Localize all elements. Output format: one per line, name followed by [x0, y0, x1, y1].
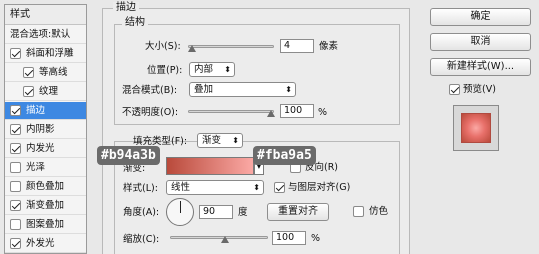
reset-alignment-button[interactable]: 重置对齐 [267, 203, 329, 221]
style-item[interactable]: 纹理 [5, 83, 86, 101]
angle-dial[interactable] [166, 198, 194, 226]
style-item-checkbox[interactable] [10, 143, 21, 154]
chevron-updown-icon: ⬍ [253, 183, 260, 192]
size-slider-thumb[interactable] [188, 45, 196, 52]
style-item-checkbox[interactable] [10, 124, 21, 135]
scale-label: 缩放(C): [123, 234, 160, 245]
style-item-label: 等高线 [39, 67, 68, 78]
scale-slider-thumb[interactable] [221, 236, 229, 243]
scale-input[interactable]: 100 [272, 231, 306, 245]
style-item[interactable]: 等高线 [5, 64, 86, 82]
ok-button[interactable]: 确定 [430, 8, 531, 26]
size-input[interactable]: 4 [280, 39, 314, 53]
structure-title: 结构 [122, 17, 148, 29]
style-item-label: 描边 [26, 105, 46, 116]
style-item-checkbox[interactable] [10, 219, 21, 230]
style-label: 样式(L): [123, 183, 158, 194]
styles-sidebar: 样式 混合选项:默认 斜面和浮雕等高线纹理描边内阴影内发光光泽颜色叠加渐变叠加图… [4, 4, 87, 254]
gradient-preview[interactable] [166, 157, 254, 175]
style-preview-thumbnail [453, 105, 499, 151]
style-item-label: 外发光 [26, 238, 55, 249]
style-item[interactable]: 颜色叠加 [5, 178, 86, 196]
style-item-label: 渐变叠加 [26, 200, 65, 211]
scale-slider[interactable] [170, 236, 268, 239]
gradient-start-color-tag: #b94a3b [97, 146, 160, 165]
style-item-checkbox[interactable] [10, 238, 21, 249]
opacity-unit: % [318, 107, 328, 118]
opacity-input[interactable]: 100 [280, 104, 314, 118]
style-item-label: 内发光 [26, 143, 55, 154]
align-with-layer-checkbox[interactable] [274, 182, 285, 193]
gradient-end-color-tag: #fba9a5 [253, 146, 316, 165]
style-item-label: 图案叠加 [26, 219, 65, 230]
opacity-slider-thumb[interactable] [267, 110, 275, 117]
blend-mode-select[interactable]: 叠加 ⬍ [189, 82, 296, 97]
opacity-slider[interactable] [188, 110, 274, 113]
chevron-updown-icon: ⬍ [224, 65, 231, 74]
style-item-checkbox[interactable] [10, 200, 21, 211]
blend-mode-select-value: 叠加 [194, 84, 214, 95]
style-item[interactable]: 内发光 [5, 140, 86, 158]
align-with-layer-label: 与图层对齐(G) [288, 182, 351, 193]
position-label: 位置(P): [147, 65, 183, 76]
style-select-value: 线性 [171, 182, 191, 193]
style-item-label: 内阴影 [26, 124, 55, 135]
style-item-checkbox[interactable] [10, 105, 21, 116]
style-item-checkbox[interactable] [23, 67, 34, 78]
angle-unit: 度 [238, 207, 248, 218]
style-item-label: 颜色叠加 [26, 181, 65, 192]
style-item-label: 纹理 [39, 86, 59, 97]
style-item[interactable]: 描边 [5, 102, 86, 120]
style-item-checkbox[interactable] [10, 162, 21, 173]
fill-type-select[interactable]: 渐变 ⬍ [197, 133, 243, 148]
preview-swatch [461, 113, 491, 143]
angle-input[interactable]: 90 [199, 205, 233, 219]
fill-type-select-value: 渐变 [202, 135, 222, 146]
chevron-updown-icon: ⬍ [232, 136, 239, 145]
style-item-checkbox[interactable] [10, 181, 21, 192]
size-label: 大小(S): [145, 41, 181, 52]
styles-title: 样式 [5, 5, 86, 25]
style-item[interactable]: 图案叠加 [5, 216, 86, 234]
stroke-title: 描边 [113, 2, 139, 14]
style-item[interactable]: 外发光 [5, 235, 86, 253]
chevron-updown-icon: ⬍ [285, 85, 292, 94]
angle-label: 角度(A): [123, 207, 160, 218]
style-item-label: 光泽 [26, 162, 46, 173]
blend-options-item[interactable]: 混合选项:默认 [5, 26, 86, 44]
style-item[interactable]: 渐变叠加 [5, 197, 86, 215]
dither-checkbox[interactable] [353, 206, 364, 217]
position-select-value: 内部 [194, 64, 214, 75]
position-select[interactable]: 内部 ⬍ [189, 62, 235, 77]
preview-label: 预览(V) [463, 84, 496, 95]
style-item-checkbox[interactable] [10, 48, 21, 59]
style-item-checkbox[interactable] [23, 86, 34, 97]
style-select[interactable]: 线性 ⬍ [166, 180, 264, 195]
blend-mode-label: 混合模式(B): [122, 85, 178, 96]
size-slider[interactable] [188, 45, 274, 48]
new-style-button[interactable]: 新建样式(W)... [430, 58, 531, 76]
style-item[interactable]: 内阴影 [5, 121, 86, 139]
opacity-label: 不透明度(O): [122, 107, 179, 118]
cancel-button[interactable]: 取消 [430, 33, 531, 51]
size-unit: 像素 [319, 41, 339, 52]
style-item-label: 斜面和浮雕 [26, 48, 74, 59]
angle-dial-needle [180, 201, 181, 213]
style-item[interactable]: 光泽 [5, 159, 86, 177]
preview-checkbox[interactable] [449, 84, 460, 95]
style-item[interactable]: 斜面和浮雕 [5, 45, 86, 63]
scale-unit: % [311, 233, 321, 244]
dither-label: 仿色 [369, 206, 389, 217]
